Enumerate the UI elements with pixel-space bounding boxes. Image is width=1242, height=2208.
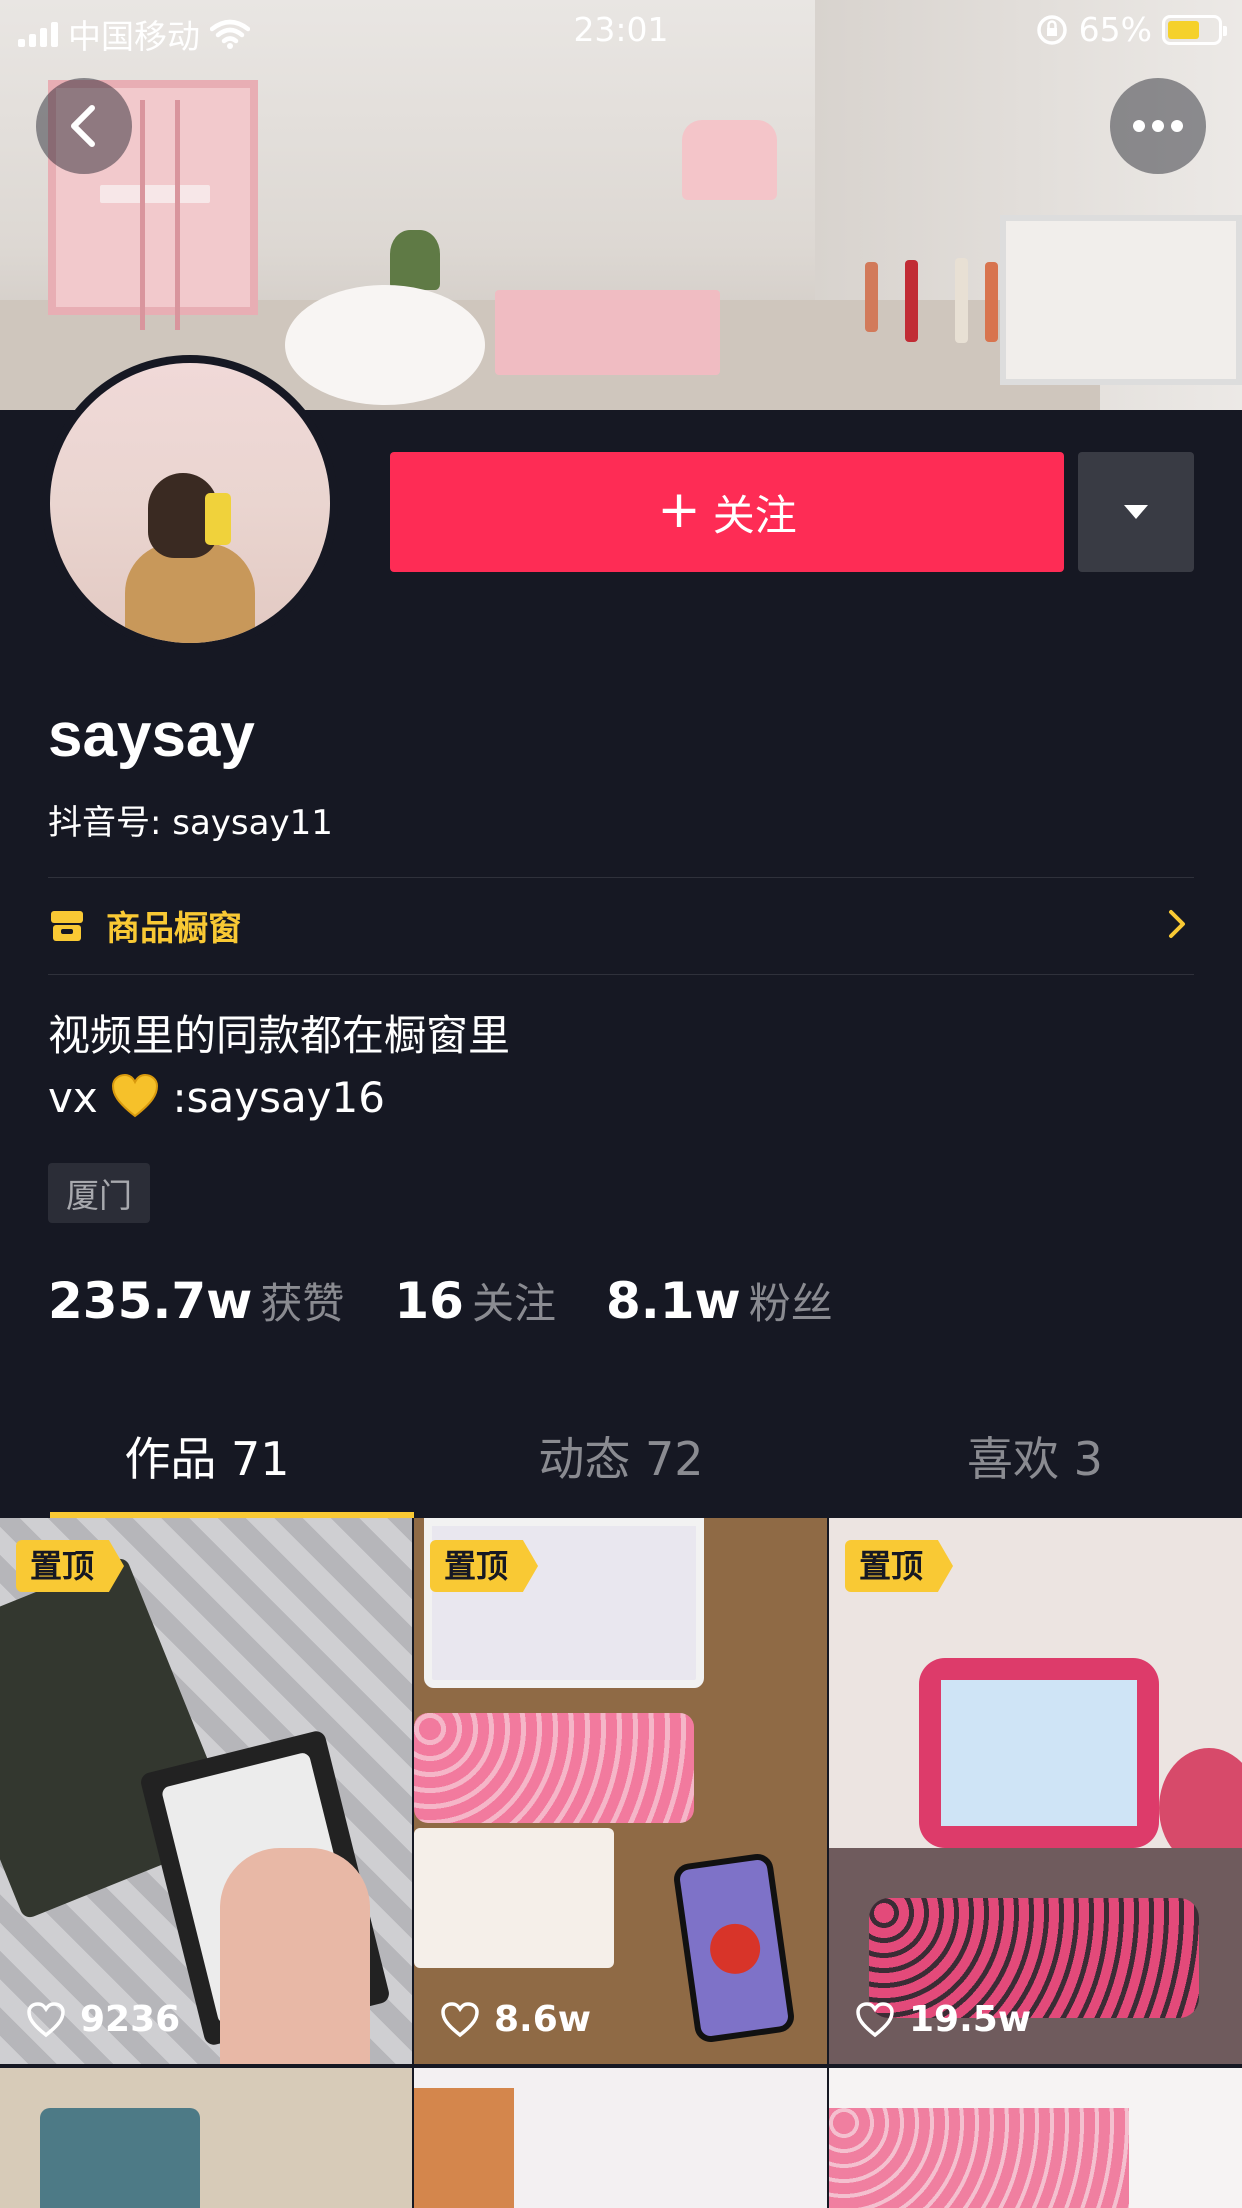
- profile-cover-image: [0, 0, 1242, 410]
- stat-likes[interactable]: 235.7w 获赞: [48, 1270, 344, 1331]
- stat-value: 235.7w: [48, 1272, 253, 1330]
- yellow-heart-icon: [112, 1074, 159, 1118]
- douyin-id: 抖音号: saysay11: [48, 803, 333, 843]
- tab-activity[interactable]: 动态 72: [414, 1400, 828, 1518]
- battery-percentage: 65%: [1078, 10, 1152, 49]
- caret-down-icon: [1124, 505, 1148, 519]
- back-button[interactable]: [36, 78, 132, 174]
- heart-outline-icon: [856, 2001, 894, 2037]
- status-bar: 中国移动 23:01 65%: [0, 0, 1242, 60]
- stat-label: 关注: [471, 1279, 556, 1328]
- stat-value: 8.1w: [605, 1272, 741, 1330]
- stat-label: 获赞: [260, 1279, 345, 1328]
- video-thumbnail[interactable]: 置顶 8.6w: [414, 1518, 827, 2064]
- video-grid: 置顶 9236 置顶 8.6w 置顶 19.5w: [0, 1518, 1242, 2208]
- video-thumbnail[interactable]: [414, 2068, 827, 2208]
- bio-line: 视频里的同款都在橱窗里: [48, 1011, 511, 1060]
- shop-icon: [51, 910, 83, 941]
- video-thumbnail[interactable]: 置顶 9236: [0, 1518, 412, 2064]
- more-options-button[interactable]: [1110, 78, 1206, 174]
- bio-vx-prefix: vx: [48, 1073, 98, 1122]
- heart-outline-icon: [27, 2001, 65, 2037]
- content-tabs: 作品 71 动态 72 喜欢 3: [0, 1400, 1242, 1518]
- bio-line: vx :saysay16: [48, 1067, 510, 1129]
- location-tag: 厦门: [48, 1163, 150, 1223]
- rotation-lock-icon: [1036, 14, 1067, 45]
- divider: [48, 974, 1194, 975]
- bio: 视频里的同款都在橱窗里 vx :saysay16: [48, 1005, 510, 1129]
- profile-name: saysay: [48, 701, 255, 770]
- follow-label: 关注: [712, 490, 797, 540]
- video-thumbnail[interactable]: [829, 2068, 1242, 2208]
- chevron-left-icon: [71, 105, 95, 147]
- likes-count: 8.6w: [494, 1999, 592, 2040]
- video-likes: 19.5w: [855, 1999, 1031, 2040]
- video-likes: 9236: [26, 1999, 180, 2040]
- stat-followers[interactable]: 8.1w 粉丝: [606, 1270, 833, 1331]
- likes-count: 9236: [80, 1999, 181, 2040]
- stat-following[interactable]: 16 关注: [394, 1270, 556, 1331]
- pinned-badge: 置顶: [430, 1540, 539, 1592]
- heart-outline-icon: [441, 2001, 479, 2037]
- bio-vx-id: :saysay16: [172, 1073, 385, 1122]
- stats-row: 235.7w 获赞 16 关注 8.1w 粉丝: [48, 1270, 883, 1331]
- follow-button[interactable]: + 关注: [390, 452, 1064, 572]
- tab-works[interactable]: 作品 71: [0, 1400, 414, 1518]
- more-dots-icon: [1133, 120, 1183, 132]
- plus-icon: +: [657, 480, 701, 540]
- pinned-badge: 置顶: [845, 1540, 954, 1592]
- chevron-right-icon: [1169, 910, 1185, 938]
- stat-value: 16: [394, 1272, 464, 1330]
- shop-window-label: 商品橱窗: [106, 909, 242, 949]
- avatar[interactable]: [42, 355, 338, 651]
- video-thumbnail[interactable]: 置顶 19.5w: [829, 1518, 1242, 2064]
- shop-window-row[interactable]: 商品橱窗: [48, 877, 1194, 974]
- likes-count: 19.5w: [909, 1999, 1032, 2040]
- battery-icon: [1162, 14, 1227, 45]
- video-likes: 8.6w: [440, 1999, 591, 2040]
- stat-label: 粉丝: [748, 1279, 833, 1328]
- tab-likes[interactable]: 喜欢 3: [828, 1400, 1242, 1518]
- recommend-dropdown-button[interactable]: [1078, 452, 1194, 572]
- pinned-badge: 置顶: [16, 1540, 125, 1592]
- video-thumbnail[interactable]: [0, 2068, 412, 2208]
